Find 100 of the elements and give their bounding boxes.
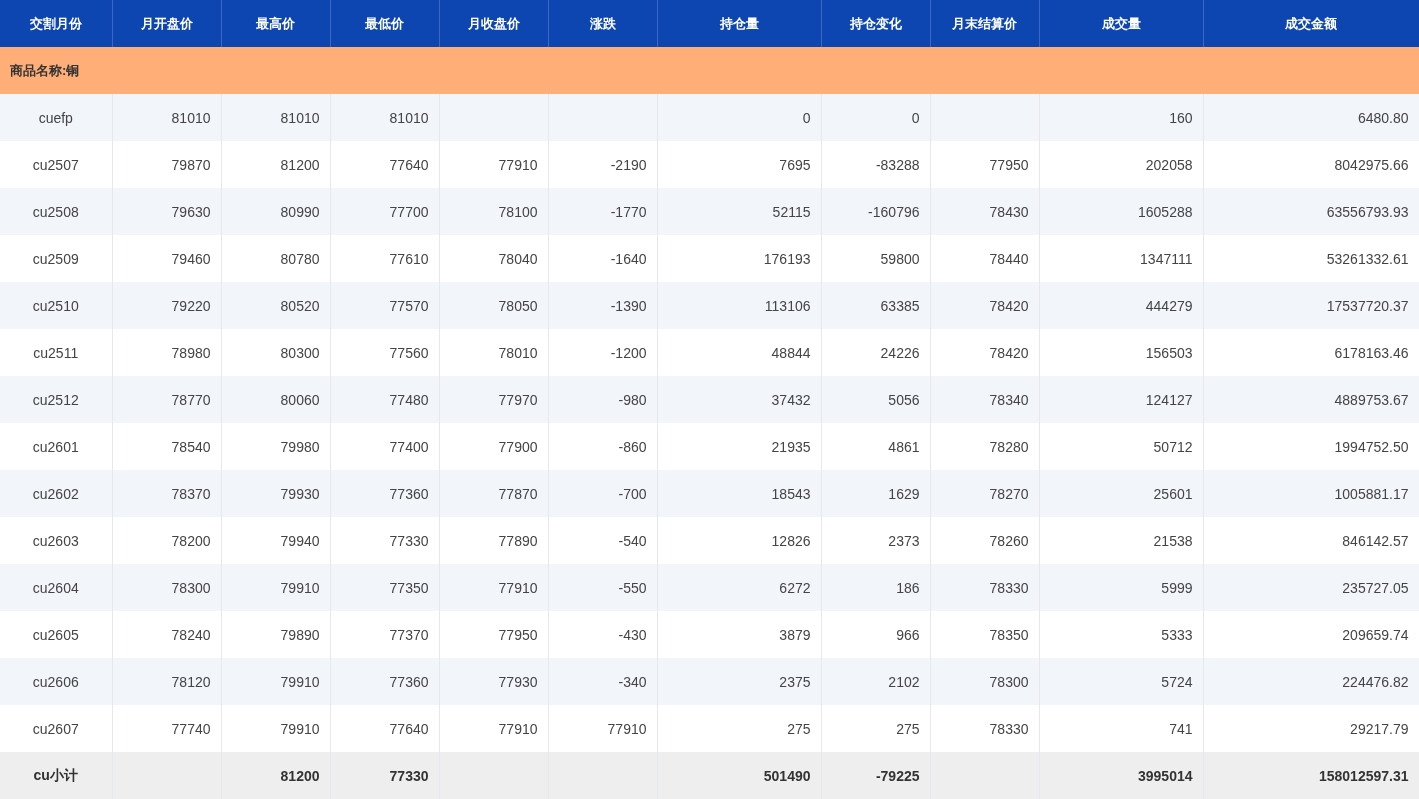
- table-cell: -160796: [821, 188, 930, 235]
- table-cell: 63385: [821, 282, 930, 329]
- table-cell: 77640: [330, 141, 439, 188]
- table-cell: 79910: [221, 658, 330, 705]
- table-cell: 186: [821, 564, 930, 611]
- table-cell: 77480: [330, 376, 439, 423]
- table-cell: cu2509: [0, 235, 112, 282]
- table-cell: 78420: [930, 329, 1039, 376]
- table-cell: 78240: [112, 611, 221, 658]
- table-cell: 78350: [930, 611, 1039, 658]
- table-cell: 77700: [330, 188, 439, 235]
- table-cell: 48844: [657, 329, 821, 376]
- table-cell: 5724: [1039, 658, 1203, 705]
- table-cell: 444279: [1039, 282, 1203, 329]
- table-cell: 209659.74: [1203, 611, 1419, 658]
- table-cell: 78430: [930, 188, 1039, 235]
- table-cell: cu2604: [0, 564, 112, 611]
- table-cell: 80780: [221, 235, 330, 282]
- table-cell: 4889753.67: [1203, 376, 1419, 423]
- table-cell: 741: [1039, 705, 1203, 752]
- table-cell: 77910: [439, 141, 548, 188]
- table-cell: 77330: [330, 517, 439, 564]
- table-cell: 77950: [930, 141, 1039, 188]
- table-cell: -550: [548, 564, 657, 611]
- table-cell: cu2605: [0, 611, 112, 658]
- table-cell: -1390: [548, 282, 657, 329]
- table-cell: 2102: [821, 658, 930, 705]
- table-cell: 77890: [439, 517, 548, 564]
- table-cell: 81200: [221, 141, 330, 188]
- table-cell: -1640: [548, 235, 657, 282]
- table-cell: 78420: [930, 282, 1039, 329]
- table-cell: 79460: [112, 235, 221, 282]
- table-cell: 78540: [112, 423, 221, 470]
- table-cell: 77910: [439, 705, 548, 752]
- column-header: 成交金额: [1203, 0, 1419, 47]
- table-cell: 29217.79: [1203, 705, 1419, 752]
- subtotal-cell: 3995014: [1039, 752, 1203, 799]
- table-cell: 79220: [112, 282, 221, 329]
- table-cell: 78270: [930, 470, 1039, 517]
- table-cell: 77570: [330, 282, 439, 329]
- table-cell: 846142.57: [1203, 517, 1419, 564]
- table-cell: -540: [548, 517, 657, 564]
- table-cell: -700: [548, 470, 657, 517]
- table-cell: 275: [657, 705, 821, 752]
- table-cell: 6272: [657, 564, 821, 611]
- table-cell: 24226: [821, 329, 930, 376]
- table-cell: 78040: [439, 235, 548, 282]
- table-cell: 79630: [112, 188, 221, 235]
- table-cell: 12826: [657, 517, 821, 564]
- table-cell: 77740: [112, 705, 221, 752]
- column-header: 持仓变化: [821, 0, 930, 47]
- table-cell: 79910: [221, 705, 330, 752]
- table-cell: 77910: [439, 564, 548, 611]
- table-cell: cu2602: [0, 470, 112, 517]
- table-cell: 156503: [1039, 329, 1203, 376]
- table-cell: -1200: [548, 329, 657, 376]
- table-cell: 2375: [657, 658, 821, 705]
- table-cell: 53261332.61: [1203, 235, 1419, 282]
- table-cell: 113106: [657, 282, 821, 329]
- column-header: 月开盘价: [112, 0, 221, 47]
- table-cell: 78370: [112, 470, 221, 517]
- table-cell: 160: [1039, 94, 1203, 141]
- table-cell: 7695: [657, 141, 821, 188]
- table-cell: 2373: [821, 517, 930, 564]
- table-cell: 275: [821, 705, 930, 752]
- column-header: 最高价: [221, 0, 330, 47]
- table-cell: -860: [548, 423, 657, 470]
- column-header: 涨跌: [548, 0, 657, 47]
- table-cell: 77400: [330, 423, 439, 470]
- table-cell: 78980: [112, 329, 221, 376]
- table-cell: 78280: [930, 423, 1039, 470]
- table-cell: cu2507: [0, 141, 112, 188]
- table-cell: 78300: [930, 658, 1039, 705]
- table-cell: 21935: [657, 423, 821, 470]
- table-cell: 966: [821, 611, 930, 658]
- table-cell: 59800: [821, 235, 930, 282]
- table-cell: 81010: [112, 94, 221, 141]
- table-cell: 81010: [221, 94, 330, 141]
- group-label-row: 商品名称:铜: [0, 47, 1419, 94]
- table-cell: 6480.80: [1203, 94, 1419, 141]
- table-cell: 80300: [221, 329, 330, 376]
- table-cell: 77640: [330, 705, 439, 752]
- subtotal-cell: -79225: [821, 752, 930, 799]
- table-cell: 8042975.66: [1203, 141, 1419, 188]
- table-cell: -2190: [548, 141, 657, 188]
- table-cell: 78330: [930, 564, 1039, 611]
- table-cell: 4861: [821, 423, 930, 470]
- table-cell: -430: [548, 611, 657, 658]
- table-cell: 79890: [221, 611, 330, 658]
- table-cell: -980: [548, 376, 657, 423]
- table-cell: 78330: [930, 705, 1039, 752]
- table-cell: 1629: [821, 470, 930, 517]
- table-cell: 25601: [1039, 470, 1203, 517]
- table-cell: 78260: [930, 517, 1039, 564]
- subtotal-cell: 501490: [657, 752, 821, 799]
- table-cell: 235727.05: [1203, 564, 1419, 611]
- table-cell: 77560: [330, 329, 439, 376]
- table-cell: 78120: [112, 658, 221, 705]
- table-cell: 77970: [439, 376, 548, 423]
- table-cell: 77910: [548, 705, 657, 752]
